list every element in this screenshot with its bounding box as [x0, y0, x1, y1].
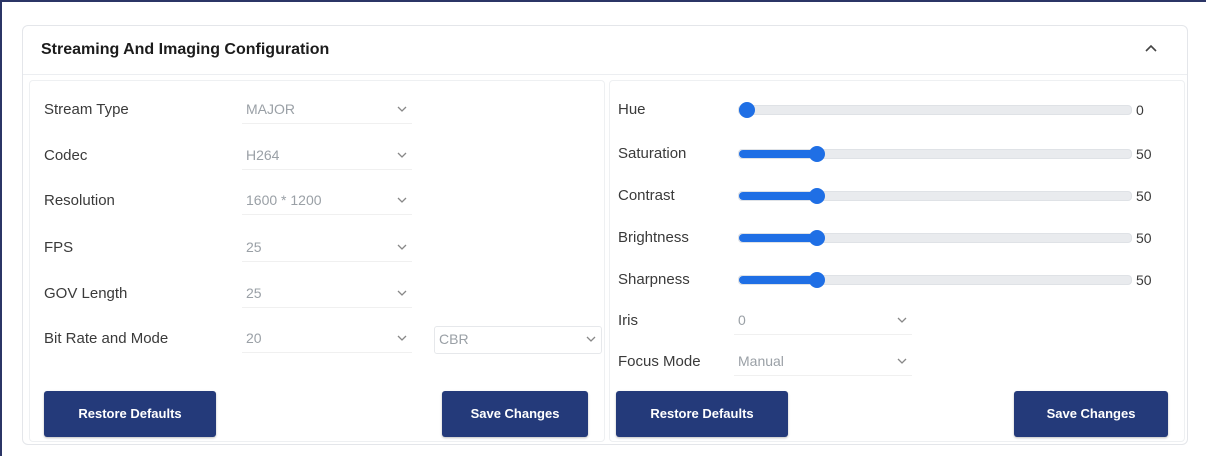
contrast-slider-thumb[interactable]: [809, 188, 826, 204]
bit-rate-mode-value: CBR: [439, 331, 469, 347]
chevron-down-icon: [397, 152, 407, 158]
saturation-slider-thumb[interactable]: [809, 146, 826, 162]
iris-label: Iris: [618, 312, 638, 329]
brightness-value: 50: [1136, 230, 1152, 246]
sharpness-label: Sharpness: [618, 271, 690, 288]
save-changes-button[interactable]: Save Changes: [442, 391, 588, 437]
brightness-label: Brightness: [618, 229, 689, 246]
bit-rate-mode-select[interactable]: CBR: [434, 326, 602, 354]
focus-mode-select[interactable]: Manual: [734, 349, 912, 376]
card-header[interactable]: Streaming And Imaging Configuration: [23, 26, 1187, 75]
brightness-slider-fill: [739, 234, 818, 242]
streaming-panel: Stream Type MAJOR Codec H264 Resolution …: [29, 80, 605, 442]
saturation-value: 50: [1136, 146, 1152, 162]
card-title: Streaming And Imaging Configuration: [41, 41, 330, 58]
window-frame-left: [0, 0, 2, 456]
saturation-label: Saturation: [618, 145, 687, 162]
sharpness-slider-thumb[interactable]: [809, 272, 826, 288]
hue-value: 0: [1136, 102, 1144, 118]
resolution-select[interactable]: 1600 * 1200: [242, 188, 412, 215]
iris-select[interactable]: 0: [734, 308, 912, 335]
window-frame-top: [0, 0, 1206, 2]
focus-mode-label: Focus Mode: [618, 353, 701, 370]
contrast-slider[interactable]: [738, 188, 1132, 204]
chevron-down-icon: [397, 106, 407, 112]
gov-length-select[interactable]: 25: [242, 281, 412, 308]
config-card: Streaming And Imaging Configuration Stre…: [22, 25, 1188, 445]
brightness-slider-thumb[interactable]: [809, 230, 826, 246]
codec-label: Codec: [44, 147, 88, 164]
sharpness-value: 50: [1136, 272, 1152, 288]
iris-value: 0: [738, 312, 746, 328]
chevron-down-icon: [586, 336, 596, 342]
imaging-panel: Hue 0 Saturation 50 Contrast 50 Brightne…: [609, 80, 1185, 442]
fps-label: FPS: [44, 239, 74, 256]
chevron-down-icon: [897, 358, 907, 364]
chevron-down-icon: [397, 197, 407, 203]
bit-rate-select[interactable]: 20: [242, 326, 412, 353]
chevron-down-icon: [397, 290, 407, 296]
hue-label: Hue: [618, 101, 646, 118]
stream-type-label: Stream Type: [44, 101, 129, 118]
contrast-slider-fill: [739, 192, 818, 200]
gov-length-value: 25: [246, 285, 262, 301]
fps-select[interactable]: 25: [242, 235, 412, 262]
stream-type-value: MAJOR: [246, 101, 295, 117]
chevron-down-icon: [397, 335, 407, 341]
fps-value: 25: [246, 239, 262, 255]
chevron-down-icon: [397, 244, 407, 250]
bit-rate-value: 20: [246, 330, 262, 346]
restore-defaults-button[interactable]: Restore Defaults: [616, 391, 788, 437]
hue-slider[interactable]: [738, 102, 1132, 118]
bit-rate-label: Bit Rate and Mode: [44, 330, 169, 347]
saturation-slider-fill: [739, 150, 818, 158]
save-changes-button[interactable]: Save Changes: [1014, 391, 1168, 437]
stream-type-select[interactable]: MAJOR: [242, 97, 412, 124]
resolution-value: 1600 * 1200: [246, 192, 322, 208]
resolution-label: Resolution: [44, 192, 115, 209]
sharpness-slider-fill: [739, 276, 818, 284]
chevron-down-icon: [897, 317, 907, 323]
gov-length-label: GOV Length: [44, 285, 128, 302]
contrast-label: Contrast: [618, 187, 675, 204]
restore-defaults-button[interactable]: Restore Defaults: [44, 391, 216, 437]
codec-value: H264: [246, 147, 280, 163]
brightness-slider[interactable]: [738, 230, 1132, 246]
saturation-slider[interactable]: [738, 146, 1132, 162]
focus-mode-value: Manual: [738, 353, 784, 369]
contrast-value: 50: [1136, 188, 1152, 204]
sharpness-slider[interactable]: [738, 272, 1132, 288]
codec-select[interactable]: H264: [242, 143, 412, 170]
chevron-up-icon[interactable]: [1141, 38, 1161, 58]
hue-slider-thumb[interactable]: [739, 102, 755, 118]
